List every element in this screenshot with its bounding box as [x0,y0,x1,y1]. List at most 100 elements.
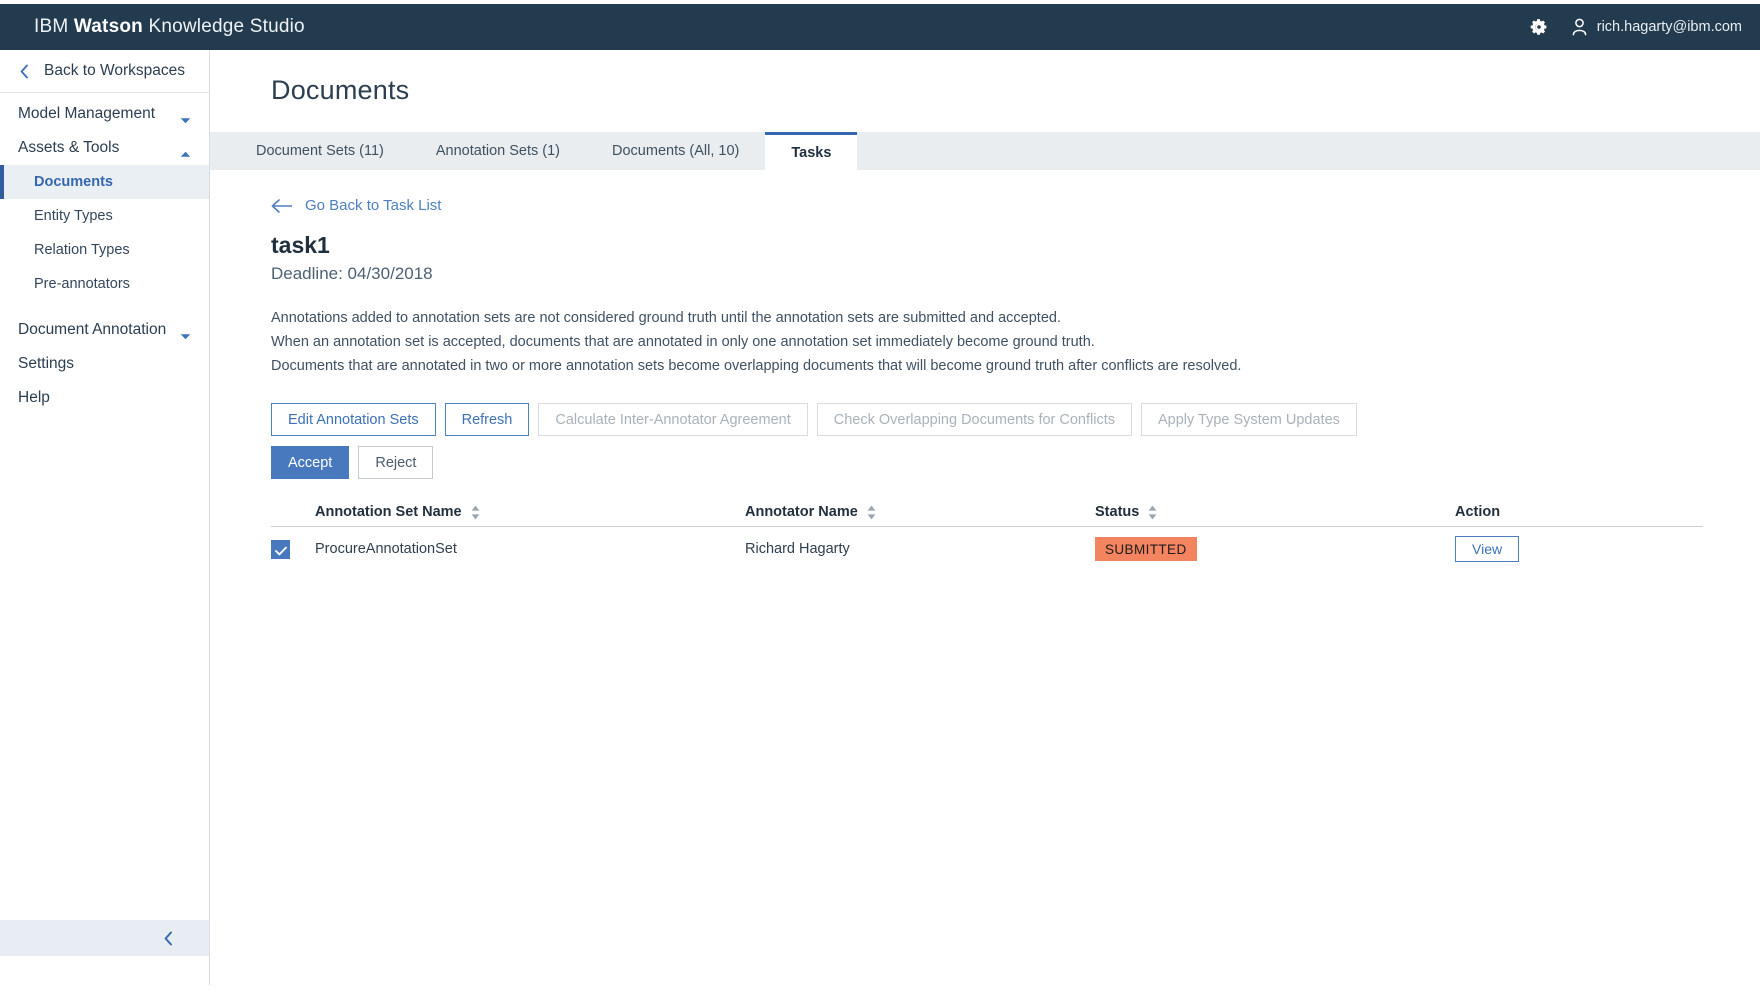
sidebar: Back to Workspaces Model Management Asse… [0,50,210,993]
gear-icon[interactable] [1529,17,1549,37]
sidebar-item-help[interactable]: Help [0,381,209,415]
sidebar-item-label: Help [18,389,50,406]
brand-bold: Watson [73,16,143,37]
tab-label: Annotation Sets (1) [435,143,561,159]
back-to-workspaces-button[interactable]: Back to Workspaces [0,50,209,93]
sidebar-group-assets-tools[interactable]: Assets & Tools [0,131,209,165]
task-action-buttons: Edit Annotation Sets Refresh Calculate I… [271,403,1760,436]
status-badge: SUBMITTED [1095,537,1197,561]
button-label: Accept [288,454,333,471]
sidebar-item-relation-types[interactable]: Relation Types [0,233,209,267]
sidebar-item-settings[interactable]: Settings [0,347,209,381]
description-line: Annotations added to annotation sets are… [271,310,1061,326]
task-detail-panel: Go Back to Task List task1 Deadline: 04/… [210,197,1760,571]
sidebar-item-label: Relation Types [34,242,130,258]
table-header-status[interactable]: Status [1095,504,1455,520]
task-title: task1 [271,232,330,258]
arrow-left-icon [271,198,293,213]
table-header-annotation-set-name[interactable]: Annotation Set Name [315,504,745,520]
tab-label: Document Sets (11) [256,143,384,159]
table-header-action: Action [1455,504,1635,520]
go-back-to-task-list-link[interactable]: Go Back to Task List [271,197,441,214]
task-decision-buttons: Accept Reject [271,446,1760,479]
user-email: rich.hagarty@ibm.com [1596,19,1742,35]
button-label: Check Overlapping Documents for Conflict… [833,411,1115,428]
top-bar-right: rich.hagarty@ibm.com [1529,17,1742,37]
tab-bar: Document Sets (11) Annotation Sets (1) D… [210,132,1760,170]
back-to-workspaces-label: Back to Workspaces [44,62,185,79]
main-content: Documents Document Sets (11) Annotation … [210,50,1760,993]
sidebar-group-label: Document Annotation [18,321,167,338]
tab-label: Tasks [791,144,832,161]
page-title: Documents [271,75,410,105]
button-label: Apply Type System Updates [1158,411,1340,428]
refresh-button[interactable]: Refresh [444,403,530,436]
calculate-inter-annotator-agreement-button: Calculate Inter-Annotator Agreement [538,403,808,436]
row-checkbox[interactable] [271,539,290,559]
window-bottom-edge [0,985,1760,993]
sidebar-group-label: Model Management [18,105,155,122]
tab-annotation-sets[interactable]: Annotation Sets (1) [410,132,586,170]
brand-suffix: Knowledge Studio [142,16,305,37]
sort-arrows-icon[interactable] [471,505,480,520]
table-row: ProcureAnnotationSet Richard Hagarty SUB… [271,527,1703,571]
task-description: Annotations added to annotation sets are… [271,309,1760,376]
button-label: Calculate Inter-Annotator Agreement [555,411,791,428]
sort-arrows-icon[interactable] [867,505,876,520]
row-action-cell: View [1455,536,1635,562]
row-annotator-name: Richard Hagarty [745,541,850,557]
tab-label: Documents (All, 10) [612,143,740,159]
tab-document-sets[interactable]: Document Sets (11) [230,132,410,170]
column-label: Action [1455,504,1501,520]
sidebar-item-documents[interactable]: Documents [0,165,209,199]
chevron-up-icon [180,145,191,157]
app-brand: IBM Watson Knowledge Studio [34,16,305,38]
sidebar-group-label: Assets & Tools [18,139,120,156]
go-back-label: Go Back to Task List [305,197,442,214]
button-label: Edit Annotation Sets [288,411,419,428]
sidebar-item-label: Pre-annotators [34,276,130,292]
apply-type-system-updates-button: Apply Type System Updates [1141,403,1357,436]
row-status-cell: SUBMITTED [1095,537,1455,561]
sidebar-group-document-annotation[interactable]: Document Annotation [0,313,209,347]
tab-tasks[interactable]: Tasks [765,132,858,170]
table-header-row: Annotation Set Name Annotator Name Statu… [271,497,1703,527]
accept-button[interactable]: Accept [271,446,350,479]
button-label: Reject [375,454,417,471]
sidebar-item-label: Entity Types [34,208,113,224]
top-bar: IBM Watson Knowledge Studio rich.hagarty… [0,4,1760,50]
annotation-sets-table: Annotation Set Name Annotator Name Statu… [271,497,1703,571]
row-annotation-set-name: ProcureAnnotationSet [315,541,457,557]
table-header-annotator-name[interactable]: Annotator Name [745,504,1095,520]
column-label: Annotation Set Name [315,504,462,520]
app-window: IBM Watson Knowledge Studio rich.hagarty… [0,0,1760,993]
chevron-left-icon [20,64,29,79]
edit-annotation-sets-button[interactable]: Edit Annotation Sets [271,403,436,436]
view-button[interactable]: View [1455,536,1520,562]
description-line: When an annotation set is accepted, docu… [271,334,1095,350]
tab-documents[interactable]: Documents (All, 10) [586,132,765,170]
sidebar-collapse-button[interactable] [0,920,209,956]
column-label: Annotator Name [745,504,858,520]
sidebar-item-pre-annotators[interactable]: Pre-annotators [0,267,209,301]
sidebar-nav: Model Management Assets & Tools Document… [0,93,209,415]
chevron-down-icon [180,327,191,339]
sidebar-item-entity-types[interactable]: Entity Types [0,199,209,233]
description-line: Documents that are annotated in two or m… [271,358,1242,374]
checkmark-icon [274,544,287,556]
user-menu[interactable]: rich.hagarty@ibm.com [1571,18,1742,36]
row-select-cell [271,539,315,559]
brand-prefix: IBM [34,16,74,37]
user-icon [1571,18,1588,36]
sidebar-item-label: Documents [34,174,113,190]
sidebar-item-label: Settings [18,355,75,372]
task-deadline: Deadline: 04/30/2018 [271,264,433,283]
chevron-left-icon [164,931,173,946]
sort-arrows-icon[interactable] [1148,505,1157,520]
button-label: Refresh [461,411,513,428]
column-label: Status [1095,504,1140,520]
check-overlapping-documents-button: Check Overlapping Documents for Conflict… [816,403,1132,436]
sidebar-group-model-management[interactable]: Model Management [0,97,209,131]
reject-button[interactable]: Reject [358,446,434,479]
